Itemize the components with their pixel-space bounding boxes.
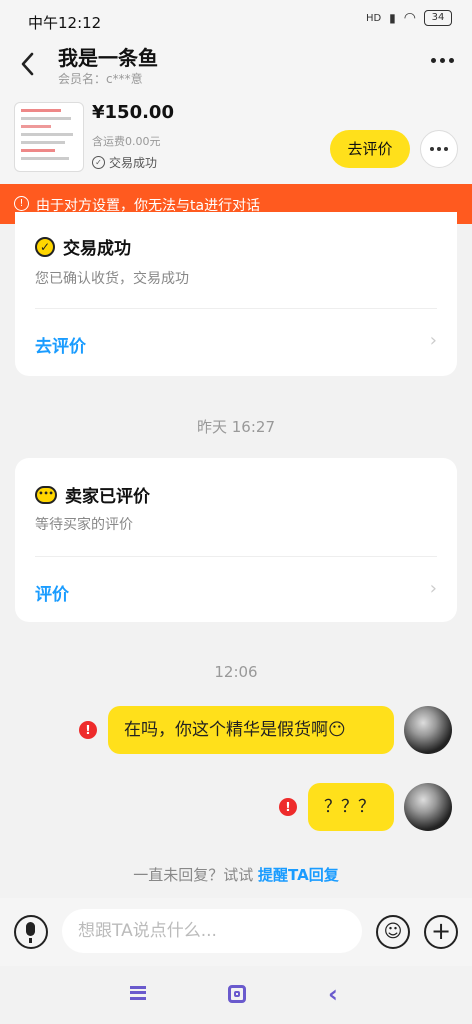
card-description: 您已确认收货，交易成功 [35,271,189,287]
network-indicator: HD [365,12,382,24]
remind-reply-link[interactable]: 提醒TA回复 [258,866,339,884]
back-icon[interactable]: ‹ [328,980,338,1008]
chevron-right-icon[interactable]: › [430,578,437,599]
product-summary[interactable]: ¥150.00 含运费0.00元 ✓ 交易成功 去评价 [0,92,472,184]
warning-circle-icon: ! [14,196,29,211]
divider [35,556,437,557]
card-header: ••• 卖家已评价 [35,482,150,507]
trade-success-card: ✓ 交易成功 您已确认收货，交易成功 去评价 › [15,212,457,376]
divider [35,308,437,309]
review-link[interactable]: 评价 [35,580,69,605]
status-time: 中午12:12 [28,14,102,32]
home-icon[interactable] [228,985,246,1003]
send-failed-icon[interactable]: ! [279,798,297,816]
chevron-right-icon[interactable]: › [430,330,437,351]
chat-header: 我是一条鱼 会员名：c***意 [0,40,472,92]
card-description: 等待买家的评价 [35,517,133,533]
message-input[interactable]: 想跟TA说点什么... [62,909,362,953]
send-failed-icon[interactable]: ! [79,721,97,739]
back-arrow-icon[interactable] [18,50,38,78]
emoji-icon[interactable]: ☺ [376,915,410,949]
system-navigation-bar: ‹ [0,966,472,1024]
timestamp: 12:06 [214,663,258,681]
reply-reminder-hint: 一直未回复？试试 提醒TA回复 [0,864,472,885]
deal-status-label: 交易成功 [109,156,158,170]
card-header: ✓ 交易成功 [35,234,131,259]
chat-bubble-icon: ••• [35,485,57,504]
recent-apps-icon[interactable] [130,986,146,1000]
wifi-icon: ◠ [403,10,416,26]
message-bubble[interactable]: 在吗，你这个精华是假货啊😶 [108,706,394,754]
timestamp: 昨天 16:27 [197,418,275,436]
check-circle-icon: ✓ [92,156,105,169]
card-title: 卖家已评价 [65,487,150,507]
chat-title: 我是一条鱼 [58,46,158,70]
seller-reviewed-card: ••• 卖家已评价 等待买家的评价 评价 › [15,458,457,622]
deal-status: ✓ 交易成功 [92,154,157,171]
user-avatar[interactable] [404,706,452,754]
user-avatar[interactable] [404,783,452,831]
input-bar: 想跟TA说点什么... ☺ + [0,898,472,966]
more-options-icon[interactable] [431,58,454,63]
card-title: 交易成功 [63,239,131,259]
product-price: ¥150.00 [92,102,174,123]
voice-input-icon[interactable] [14,915,48,949]
product-more-button[interactable] [420,130,458,168]
go-review-link[interactable]: 去评价 [35,332,86,357]
product-thumbnail[interactable] [14,102,84,172]
message-bubble[interactable]: ？？？ [308,783,394,831]
plus-icon[interactable]: + [424,915,458,949]
status-icons: HD ▮ ◠ 34 [366,10,452,26]
review-button[interactable]: 去评价 [330,130,410,168]
shipping-fee: 含运费0.00元 [92,135,161,148]
battery-icon: 34 [424,10,452,26]
check-badge-icon: ✓ [35,236,55,257]
signal-icon: ▮ [389,11,396,25]
hint-text: 一直未回复？试试 [133,866,259,884]
member-name: 会员名：c***意 [58,72,143,86]
status-bar: 中午12:12 HD ▮ ◠ 34 [0,0,472,40]
